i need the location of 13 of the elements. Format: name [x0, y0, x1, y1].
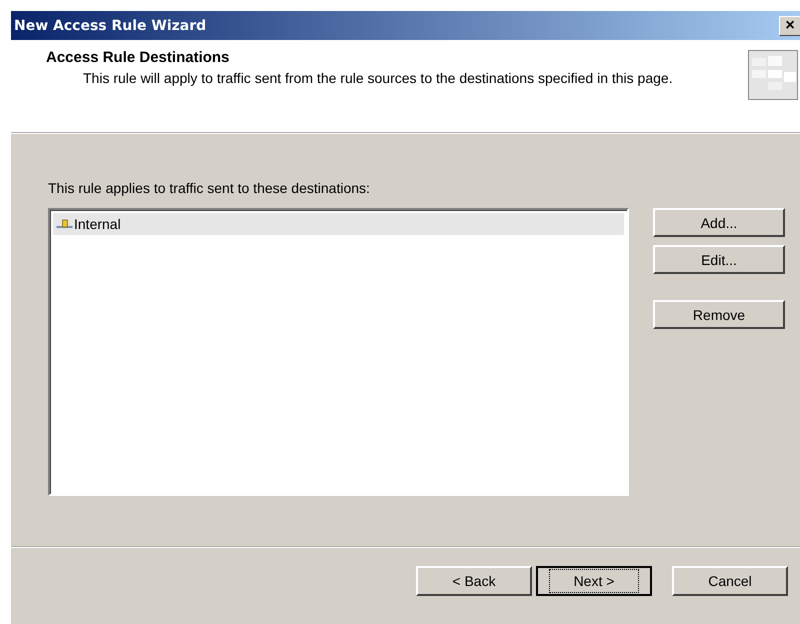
wizard-button[interactable]: Cancel	[672, 566, 788, 596]
wizard-button[interactable]: < Back	[416, 566, 532, 596]
action-button[interactable]: Edit...	[653, 245, 785, 274]
network-icon	[56, 218, 73, 230]
action-button[interactable]: Remove	[653, 300, 785, 329]
wizard-button[interactable]: Next >	[536, 566, 652, 596]
action-button[interactable]: Add...	[653, 208, 785, 237]
list-label: This rule applies to traffic sent to these destinations:	[48, 180, 371, 196]
list-item[interactable]: Internal	[53, 213, 624, 235]
page-title: Access Rule Destinations	[46, 49, 230, 66]
page-description: This rule will apply to traffic sent from the rule sources to the destinations specified in this page.	[82, 69, 674, 88]
window-title: New Access Rule Wizard	[14, 18, 206, 34]
close-button[interactable]: ×	[779, 16, 800, 36]
